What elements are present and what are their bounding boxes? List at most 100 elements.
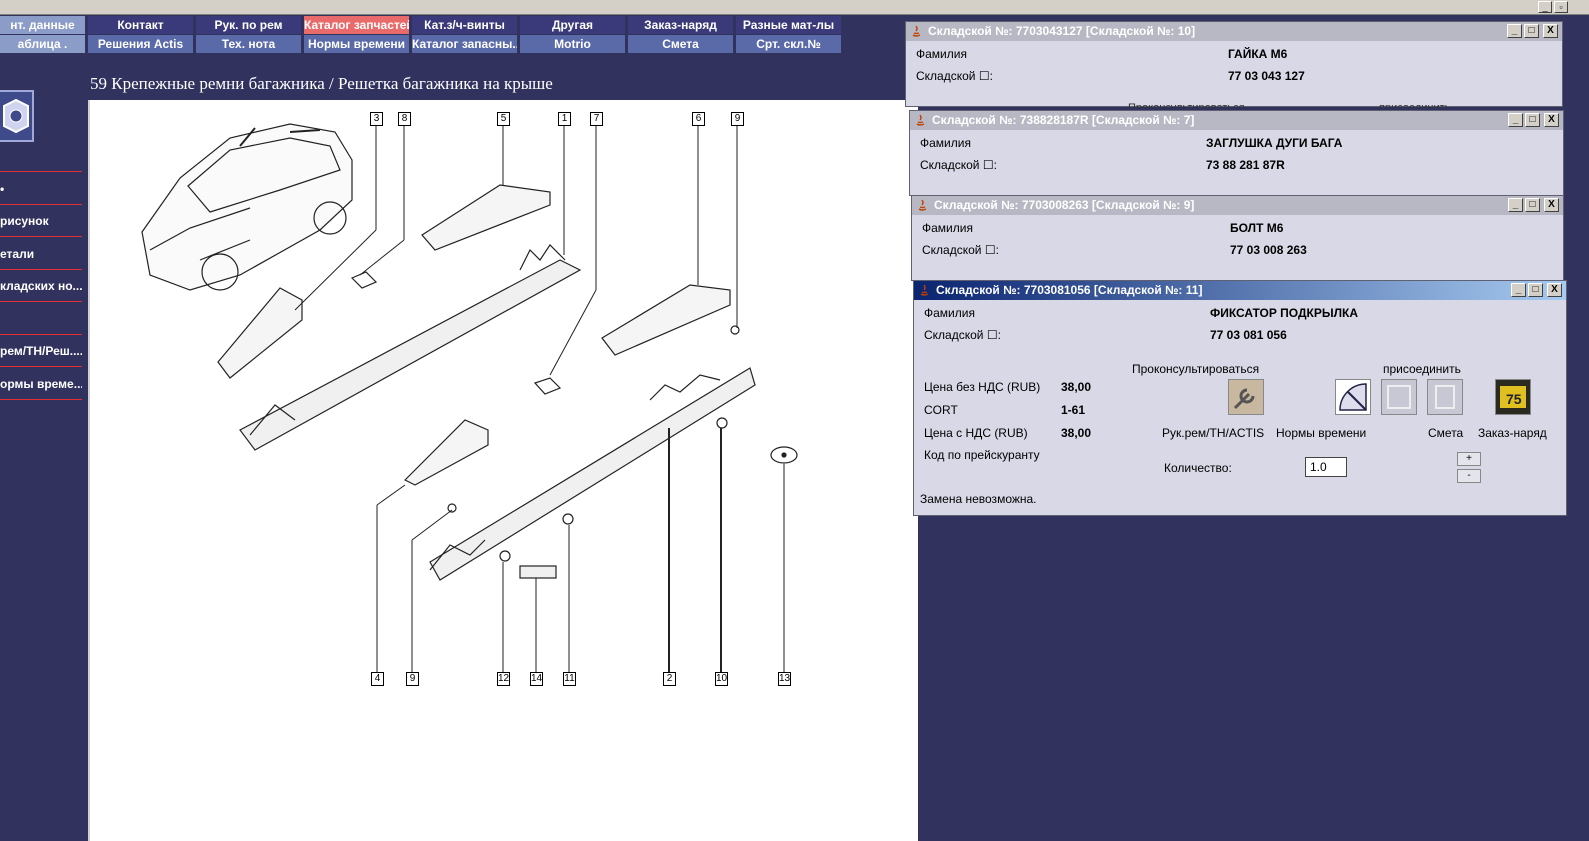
- outer-minimize-button[interactable]: _: [1538, 1, 1552, 13]
- menu-item-r1-6[interactable]: Заказ-наряд: [628, 16, 734, 34]
- outer-restore-button[interactable]: ▫: [1554, 1, 1568, 13]
- work-order-icon: 75: [1500, 386, 1526, 408]
- window-title[interactable]: Складской №: 7703043127 [Складской №: 10…: [906, 22, 1562, 41]
- callout-13[interactable]: 13: [778, 672, 791, 686]
- callout-14[interactable]: 14: [530, 672, 543, 686]
- estimate-icon: [1435, 385, 1455, 409]
- menu-item-r2-3[interactable]: Нормы времени: [304, 35, 410, 53]
- window-minimize-button[interactable]: _: [1508, 113, 1523, 127]
- attach-label: присоединить: [1383, 362, 1461, 376]
- family-value: ФИКСАТОР ПОДКРЫЛКА: [1210, 306, 1359, 320]
- nut-icon[interactable]: [0, 90, 34, 142]
- callout-6[interactable]: 6: [692, 112, 705, 126]
- menu-item-r2-1[interactable]: Решения Actis: [88, 35, 194, 53]
- menu-item-r1-4[interactable]: Кат.з/ч-винты: [412, 16, 518, 34]
- menu-item-r2-5[interactable]: Motrio: [520, 35, 626, 53]
- family-value: ЗАГЛУШКА ДУГИ БАГА: [1206, 136, 1343, 150]
- callout-9[interactable]: 9: [731, 112, 744, 126]
- callout-11[interactable]: 11: [563, 672, 576, 686]
- java-icon: [916, 114, 925, 126]
- callout-4[interactable]: 4: [371, 672, 384, 686]
- quantity-minus-button[interactable]: -: [1457, 469, 1481, 483]
- sidebar-item[interactable]: ормы време...: [0, 368, 82, 400]
- menu-item-r1-2[interactable]: Рук. по рем: [196, 16, 302, 34]
- price-vat-value: 38,00: [1061, 426, 1092, 440]
- callout-1[interactable]: 1: [558, 112, 571, 126]
- estimate-button[interactable]: [1427, 379, 1463, 415]
- work-order-button[interactable]: 75: [1495, 379, 1531, 415]
- cort-label: CORT: [924, 403, 958, 417]
- price-no-vat-value: 38,00: [1061, 380, 1092, 394]
- labour-time-label: Нормы времени: [1276, 426, 1367, 440]
- callout-2[interactable]: 2: [663, 672, 676, 686]
- window-maximize-button[interactable]: □: [1524, 24, 1539, 38]
- java-icon: [918, 199, 927, 211]
- price-vat-label: Цена с НДС (RUB): [924, 426, 1028, 440]
- quantity-plus-button[interactable]: +: [1457, 452, 1481, 466]
- window-title[interactable]: Складской №: 7703081056 [Складской №: 11…: [914, 281, 1566, 300]
- stock-value: 77 03 008 263: [1230, 243, 1307, 257]
- callout-10[interactable]: 10: [715, 672, 728, 686]
- menu-item-r1-5[interactable]: Другая: [520, 16, 626, 34]
- app-root: _ ▫ нт. данные Контакт Рук. по рем Каталог …: [0, 0, 1589, 841]
- window-title[interactable]: Складской №: 738828187R [Складской №: 7]…: [910, 111, 1563, 130]
- window-maximize-button[interactable]: □: [1525, 113, 1540, 127]
- diagram-drawing: [141, 123, 798, 678]
- estimate-label: Смета: [1428, 426, 1464, 440]
- window-title[interactable]: Складской №: 7703008263 [Складской №: 9]…: [912, 196, 1563, 215]
- menu-item-r2-7[interactable]: Срт. скл.№: [736, 35, 842, 53]
- callout-5[interactable]: 5: [497, 112, 510, 126]
- stock-label: Складской ☐:: [916, 69, 993, 83]
- menu-item-r2-4[interactable]: Каталог запасны...: [412, 35, 518, 53]
- sidebar-item[interactable]: [0, 303, 82, 335]
- quantity-input[interactable]: 1.0: [1305, 457, 1347, 477]
- window-maximize-button[interactable]: □: [1525, 198, 1540, 212]
- sidebar-item[interactable]: •: [0, 173, 82, 205]
- window-minimize-button[interactable]: _: [1507, 24, 1522, 38]
- java-icon: [920, 284, 929, 296]
- parts-diagram: 3 8 5 1 7 6 9 4 9 12 14 11 2 10 13: [88, 100, 918, 841]
- repair-manual-label: Рук.рем/TH/ACTIS: [1162, 426, 1265, 440]
- callout-12[interactable]: 12: [497, 672, 510, 686]
- family-value: ГАЙКА М6: [1228, 47, 1288, 61]
- sidebar-item[interactable]: кладских но...: [0, 270, 82, 302]
- part-window-4[interactable]: Складской №: 7703081056 [Складской №: 11…: [913, 280, 1567, 516]
- menu-item-r2-6[interactable]: Смета: [628, 35, 734, 53]
- attach-label-cut: присоединить: [1379, 102, 1451, 108]
- attach-disabled-button-1[interactable]: [1381, 379, 1417, 415]
- part-window-1[interactable]: Складской №: 7703043127 [Складской №: 10…: [905, 21, 1563, 108]
- callout-3[interactable]: 3: [370, 112, 383, 126]
- window-maximize-button[interactable]: □: [1528, 283, 1543, 297]
- window-close-button[interactable]: X: [1544, 113, 1559, 127]
- part-window-3[interactable]: Складской №: 7703008263 [Складской №: 9]…: [911, 195, 1564, 281]
- sidebar-item[interactable]: рисунок: [0, 205, 82, 237]
- callout-8[interactable]: 8: [398, 112, 411, 126]
- labour-time-button[interactable]: [1335, 379, 1371, 415]
- part-window-2[interactable]: Складской №: 738828187R [Складской №: 7]…: [909, 110, 1564, 196]
- price-no-vat-label: Цена без НДС (RUB): [924, 380, 1041, 394]
- window-minimize-button[interactable]: _: [1508, 198, 1523, 212]
- callout-7[interactable]: 7: [590, 112, 603, 126]
- price-code-label: Код по прейскуранту: [924, 448, 1040, 462]
- window-close-button[interactable]: X: [1544, 198, 1559, 212]
- repair-manual-button[interactable]: [1228, 379, 1264, 415]
- menu-item-r1-7[interactable]: Разные мат-лы: [736, 16, 842, 34]
- sidebar-item[interactable]: етали: [0, 238, 82, 270]
- stock-label: Складской ☐:: [920, 158, 997, 172]
- menu-item-r1-3[interactable]: Каталог запчастей: [304, 16, 410, 34]
- window-close-button[interactable]: X: [1547, 283, 1562, 297]
- window-close-button[interactable]: X: [1543, 24, 1558, 38]
- menu-item-r1-0[interactable]: нт. данные: [0, 16, 86, 34]
- callout-9[interactable]: 9: [406, 672, 419, 686]
- family-label: Фамилия: [916, 47, 967, 61]
- menu-item-r1-1[interactable]: Контакт: [88, 16, 194, 34]
- sidebar-item[interactable]: рем/ТН/Реш....: [0, 335, 82, 367]
- java-icon: [912, 25, 921, 37]
- menu-item-r2-0[interactable]: аблица .: [0, 35, 86, 53]
- window-title-text: Складской №: 738828187R [Складской №: 7]: [932, 113, 1195, 127]
- menu-item-r2-2[interactable]: Тех. нота: [196, 35, 302, 53]
- stock-label: Складской ☐:: [924, 328, 1001, 342]
- window-minimize-button[interactable]: _: [1511, 283, 1526, 297]
- sidebar-item[interactable]: [0, 140, 82, 172]
- quantity-label: Количество:: [1164, 461, 1232, 475]
